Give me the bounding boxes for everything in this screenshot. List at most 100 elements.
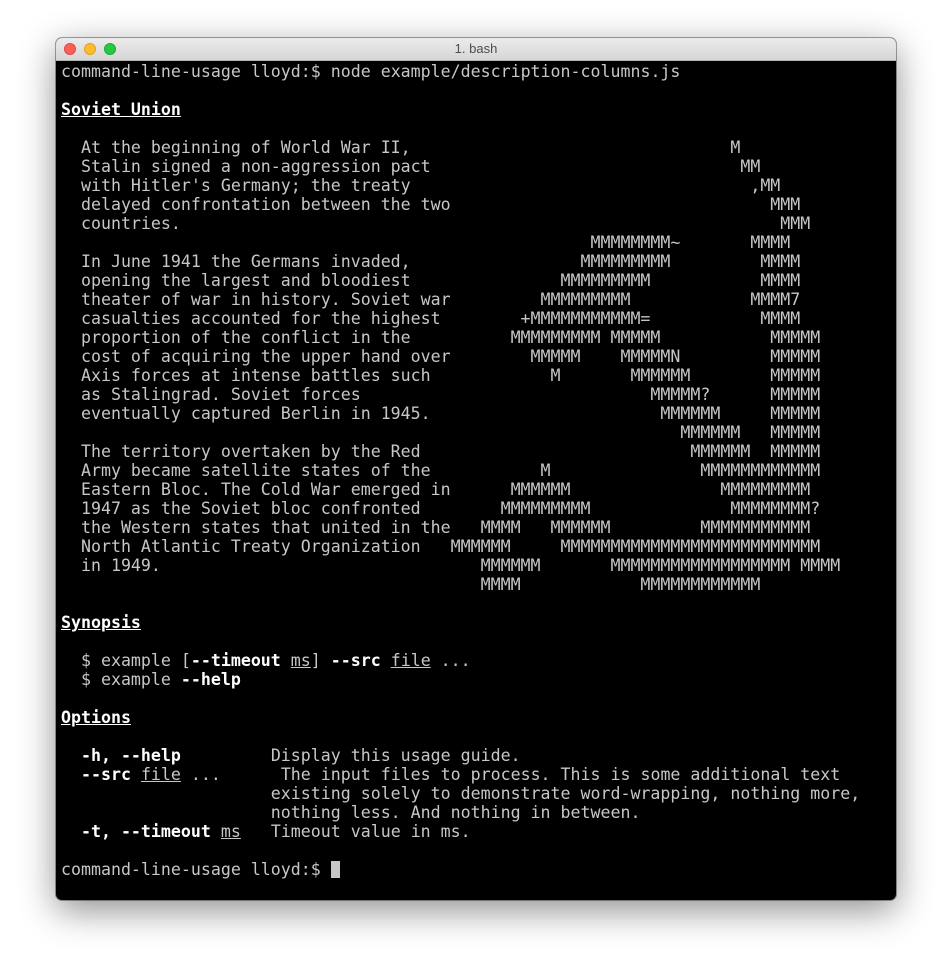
section-heading-soviet-union: Soviet Union (61, 100, 896, 119)
description-row: MMMMMM MMMMMMMMM Eastern Bloc. The Cold … (61, 480, 896, 499)
option-description: existing solely to demonstrate word-wrap… (270, 784, 861, 803)
description-row: MMMM MMMMMMMMMMMM (61, 575, 896, 594)
description-row: +MMMMMMMMMMM= MMMM casualties accounted … (61, 309, 896, 328)
option-description: nothing less. And nothing in between. (270, 803, 641, 822)
description-row: MMMM MMMMMM MMMMMMMMMMM the Western stat… (61, 518, 896, 537)
description-text: as Stalingrad. Soviet forces (61, 385, 361, 404)
description-row: MMMMMM MMMMMMMMMMMMMMMMMMMMMMMMMM North … (61, 537, 896, 556)
description-row: M At the beginning of World War II, (61, 138, 896, 157)
option-flags: --src (80, 765, 131, 784)
description-text: Army became satellite states of the (61, 461, 431, 480)
heading-text: Soviet Union (61, 100, 181, 119)
heading-text: Options (61, 708, 131, 727)
description-row: MMMMMM MMMMM (61, 423, 896, 442)
description-row: ,MM with Hitler's Germany; the treaty (61, 176, 896, 195)
description-text: Eastern Bloc. The Cold War emerged in (61, 480, 451, 499)
description-text: with Hitler's Germany; the treaty (61, 176, 411, 195)
synopsis-line: $ example [--timeout ms] --src file ... (61, 651, 896, 670)
description-row: M MMMMMM MMMMM Axis forces at intense ba… (61, 366, 896, 385)
option-description: Display this usage guide. (270, 746, 521, 765)
description-text: Axis forces at intense battles such (61, 366, 431, 385)
ascii-art-line: MMMMMMMM~ MMMM (61, 233, 791, 252)
src-arg: file (390, 651, 431, 670)
description-text: proportion of the conflict in the (61, 328, 411, 347)
description-row: MMMMMM MMMMMMMMMMMMMMMMMM MMMM in 1949. (61, 556, 896, 575)
description-row: MM Stalin signed a non-aggression pact (61, 157, 896, 176)
description-text: eventually captured Berlin in 1945. (61, 404, 431, 423)
description-text: In June 1941 the Germans invaded, (61, 252, 411, 271)
description-row: MMM countries. (61, 214, 896, 233)
option-row: -h, --help Display this usage guide. (61, 746, 896, 765)
synopsis-line: $ example --help (61, 670, 896, 689)
description-row: MMMMMM MMMMM The territory overtaken by … (61, 442, 896, 461)
description-text: in 1949. (61, 556, 161, 575)
ascii-art-line: MMMMMM MMMMMMMMMMMMMMMMMM MMMM (61, 556, 841, 575)
description-text: cost of acquiring the upper hand over (61, 347, 451, 366)
src-flag: --src (330, 651, 381, 670)
description-text: delayed confrontation between the two (61, 195, 451, 214)
description-text: countries. (61, 214, 181, 233)
description-row: MMMMMMMMM MMMMM MMMMM proportion of the … (61, 328, 896, 347)
description-text: casualties accounted for the highest (61, 309, 441, 328)
description-column-block: M At the beginning of World War II, MM S… (61, 138, 896, 594)
help-flag: --help (180, 670, 241, 689)
description-text: At the beginning of World War II, (61, 138, 411, 157)
option-row: --src file ... The input files to proces… (61, 765, 896, 784)
heading-text: Synopsis (61, 613, 141, 632)
option-pad (241, 822, 271, 841)
description-text: North Atlantic Treaty Organization (61, 537, 421, 556)
description-row: MMMMMMMMM MMMM7 theater of war in histor… (61, 290, 896, 309)
terminal-window: 1. bash command-line-usage lloyd:$ node … (56, 38, 896, 900)
command-text: node example/description-columns.js (330, 62, 681, 81)
final-prompt-line[interactable]: command-line-usage lloyd:$ (61, 860, 896, 879)
options-table: -h, --help Display this usage guide. --s… (61, 746, 896, 841)
description-row: M MMMMMMMMMMMM Army became satellite sta… (61, 461, 896, 480)
option-description: The input files to process. This is some… (280, 765, 841, 784)
option-row: existing solely to demonstrate word-wrap… (61, 784, 896, 803)
option-row: nothing less. And nothing in between. (61, 803, 896, 822)
shell-prompt: command-line-usage lloyd:$ (61, 860, 331, 879)
description-row: MMMMMMMM~ MMMM (61, 233, 896, 252)
description-row: MMMMMMMMM MMMMMMMM? 1947 as the Soviet b… (61, 499, 896, 518)
terminal-content[interactable]: command-line-usage lloyd:$ node example/… (61, 62, 896, 900)
ascii-art-line: MMMMMM MMMMM (61, 423, 821, 442)
option-flags: -h, --help (80, 746, 181, 765)
description-text: opening the largest and bloodiest (61, 271, 411, 290)
section-heading-options: Options (61, 708, 896, 727)
option-pad (181, 746, 271, 765)
description-row: MMMMM MMMMMN MMMMM cost of acquiring the… (61, 347, 896, 366)
synopsis-prefix: $ example (61, 670, 181, 689)
shell-prompt: command-line-usage lloyd:$ (61, 62, 331, 81)
description-row: MMMMMM MMMMM eventually captured Berlin … (61, 404, 896, 423)
synopsis-suffix: ... (430, 651, 471, 670)
description-row: MMM delayed confrontation between the tw… (61, 195, 896, 214)
option-description: Timeout value in ms. (270, 822, 471, 841)
section-heading-synopsis: Synopsis (61, 613, 896, 632)
description-text: The territory overtaken by the Red (61, 442, 421, 461)
synopsis-prefix: $ example [ (61, 651, 191, 670)
description-text: the Western states that united in the (61, 518, 451, 537)
timeout-arg: ms (290, 651, 311, 670)
description-row: MMMMMMMMM MMMM opening the largest and b… (61, 271, 896, 290)
option-arg: file (140, 765, 181, 784)
option-row: -t, --timeout ms Timeout value in ms. (61, 822, 896, 841)
text-cursor (330, 861, 340, 878)
synopsis-mid: ] (310, 651, 331, 670)
description-row: MMMMMMMMM MMMM In June 1941 the Germans … (61, 252, 896, 271)
description-text: 1947 as the Soviet bloc confronted (61, 499, 421, 518)
description-text: Stalin signed a non-aggression pact (61, 157, 431, 176)
